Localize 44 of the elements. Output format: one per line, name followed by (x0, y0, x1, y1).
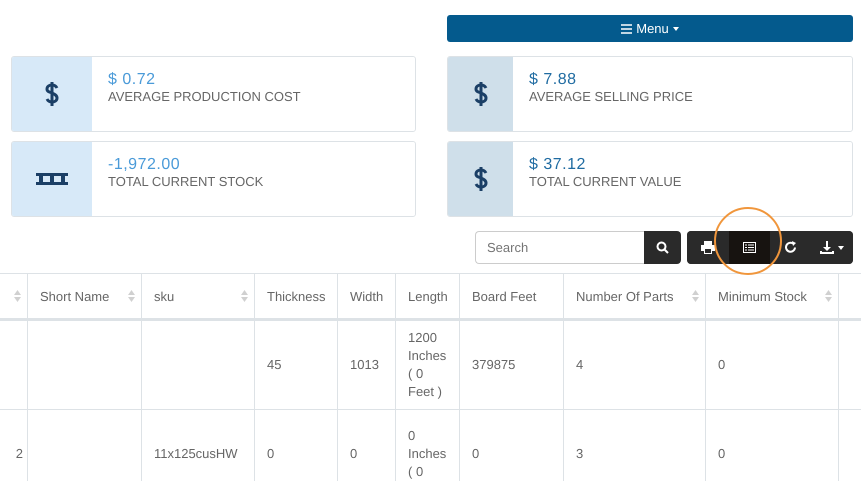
refresh-icon (784, 241, 798, 254)
toolbar-button[interactable] (728, 231, 770, 264)
column-header[interactable]: Minimum Stock (706, 274, 838, 320)
sort-icon (241, 290, 248, 302)
stat-value: -1,972.00 (108, 156, 182, 174)
table-cell: 0 (706, 320, 838, 410)
sort-icon (128, 290, 135, 302)
sort-icon (825, 290, 832, 302)
column-header[interactable]: Short Name (28, 274, 142, 320)
menu-button[interactable]: Menu (447, 15, 853, 42)
sort-icon (14, 290, 21, 302)
table-cell: 1200 Inches ( 0 Feet ) (396, 320, 460, 410)
column-header[interactable]: Board Feet (460, 274, 564, 320)
dollar-icon (472, 81, 488, 107)
highlight-circle (714, 207, 782, 275)
stat-value: $ 37.12 (529, 156, 587, 174)
stat-label: AVERAGE SELLING PRICE (529, 89, 693, 104)
download-icon (820, 241, 834, 254)
column-header[interactable]: Thickness (254, 274, 338, 320)
search-field[interactable]: Search (475, 231, 644, 264)
caret-icon (838, 246, 844, 250)
table-cell: 45 (254, 320, 338, 410)
stat-label: TOTAL CURRENT VALUE (529, 174, 682, 189)
dollar-icon (44, 81, 60, 107)
table-cell: 379875 (460, 320, 564, 410)
column-header[interactable]: Length (396, 274, 460, 320)
table-cell: 1013 (338, 320, 396, 410)
sort-icon (692, 290, 699, 302)
stat-label: AVERAGE PRODUCTION COST (108, 89, 301, 104)
stat-value: $ 7.88 (529, 71, 578, 89)
column-header[interactable]: Width (338, 274, 396, 320)
pallet-icon (36, 173, 68, 185)
column-header[interactable]: sku (142, 274, 254, 320)
printer-icon (700, 241, 715, 254)
caret-icon (672, 26, 679, 30)
search-icon (656, 241, 669, 254)
menu-icon (621, 24, 632, 34)
list-icon (742, 242, 756, 253)
stat-label: TOTAL CURRENT STOCK (108, 174, 264, 189)
dollar-icon (472, 166, 488, 192)
stat-value: $ 0.72 (108, 71, 156, 89)
column-header[interactable]: Number Of Parts (564, 274, 706, 320)
table-cell: 4 (564, 320, 706, 410)
search-button[interactable] (644, 231, 681, 264)
